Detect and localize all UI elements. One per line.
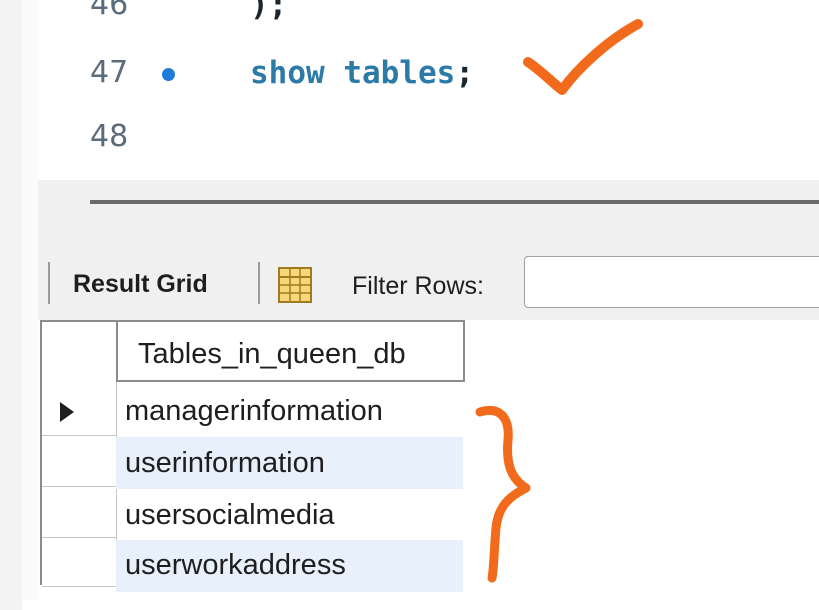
filter-rows-label: Filter Rows:: [352, 272, 484, 300]
row-header-separator: [42, 586, 116, 587]
line-number: 46: [90, 0, 129, 22]
code-terminator: ;: [455, 55, 474, 91]
code-text: );: [250, 0, 288, 23]
gutter-strip: [0, 0, 22, 610]
table-cell[interactable]: usersocialmedia: [125, 499, 335, 532]
table-cell[interactable]: managerinformation: [125, 395, 383, 428]
checkmark-annotation-icon: [523, 19, 643, 95]
splitter-handle[interactable]: [90, 200, 819, 204]
toolbar-separator: [258, 262, 260, 304]
row-header-separator: [42, 435, 116, 436]
line-number: 47: [90, 55, 129, 90]
table-cell[interactable]: userworkaddress: [125, 549, 346, 582]
line-number: 48: [90, 119, 129, 154]
workbench-window: 46 ); 47 show tables; 48 Result Grid Fil…: [0, 0, 819, 610]
table-cell[interactable]: userinformation: [125, 447, 325, 480]
current-row-pointer-icon: [60, 402, 74, 422]
grid-border-left: [40, 320, 42, 585]
code-keyword: show tables: [250, 55, 456, 91]
column-header-label: Tables_in_queen_db: [138, 338, 406, 370]
sql-editor[interactable]: 46 ); 47 show tables; 48: [38, 0, 819, 180]
toolbar-separator: [48, 262, 50, 304]
statement-marker-icon: [162, 68, 175, 81]
grid-icon[interactable]: [276, 265, 314, 305]
result-grid-tab[interactable]: Result Grid: [73, 270, 208, 299]
filter-rows-input[interactable]: [524, 256, 819, 308]
curly-brace-annotation-icon: [475, 406, 531, 583]
row-header-separator: [42, 486, 116, 487]
gutter-strip-inner: [22, 0, 38, 600]
code-text: show tables;: [250, 48, 474, 98]
row-header-separator: [42, 537, 116, 538]
panel-splitter[interactable]: [38, 180, 819, 245]
